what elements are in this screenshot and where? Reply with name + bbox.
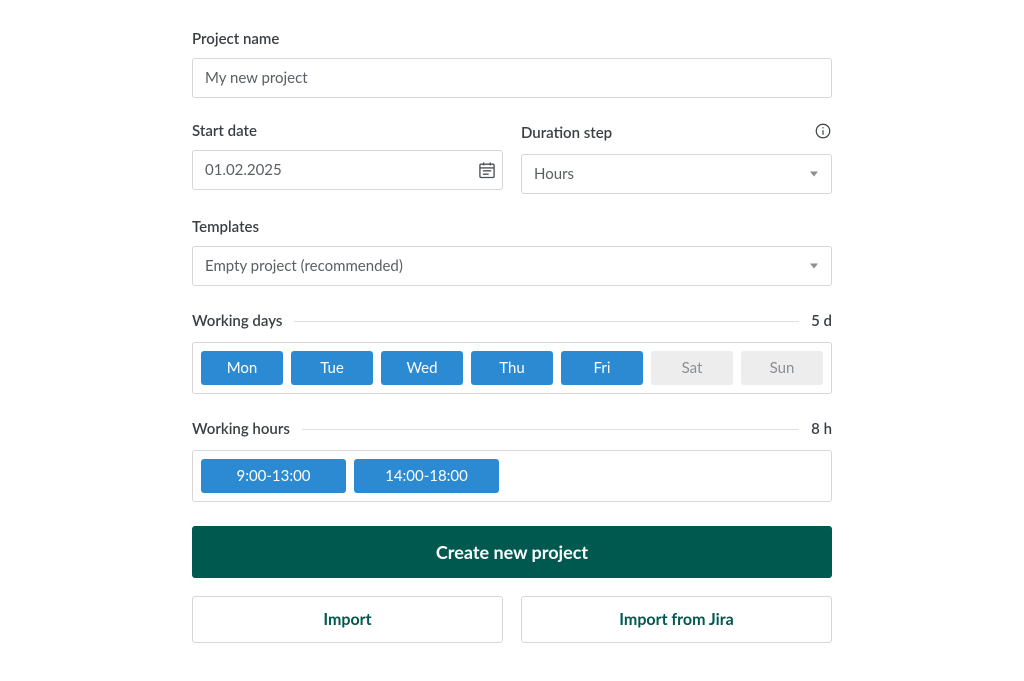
hour-range-2[interactable]: 14:00-18:00: [354, 459, 499, 493]
templates-select[interactable]: Empty project (recommended): [192, 246, 832, 286]
day-tue[interactable]: Tue: [291, 351, 373, 385]
duration-step-label: Duration step: [521, 124, 612, 142]
divider: [294, 321, 799, 322]
working-days-panel: Mon Tue Wed Thu Fri Sat Sun: [192, 342, 832, 394]
start-date-input[interactable]: [192, 150, 503, 190]
import-button[interactable]: Import: [192, 596, 503, 643]
day-fri[interactable]: Fri: [561, 351, 643, 385]
day-thu[interactable]: Thu: [471, 351, 553, 385]
working-hours-count: 8 h: [811, 420, 832, 438]
start-date-label: Start date: [192, 122, 503, 140]
project-name-input[interactable]: [192, 58, 832, 98]
info-icon[interactable]: [814, 122, 832, 144]
working-hours-label: Working hours: [192, 420, 290, 438]
working-days-label: Working days: [192, 312, 282, 330]
day-wed[interactable]: Wed: [381, 351, 463, 385]
day-mon[interactable]: Mon: [201, 351, 283, 385]
working-hours-panel: 9:00-13:00 14:00-18:00: [192, 450, 832, 502]
day-sun[interactable]: Sun: [741, 351, 823, 385]
duration-step-select[interactable]: Hours: [521, 154, 832, 194]
templates-label: Templates: [192, 218, 832, 236]
working-days-count: 5 d: [811, 312, 832, 330]
import-jira-button[interactable]: Import from Jira: [521, 596, 832, 643]
day-sat[interactable]: Sat: [651, 351, 733, 385]
hour-range-1[interactable]: 9:00-13:00: [201, 459, 346, 493]
calendar-icon[interactable]: [477, 160, 497, 180]
create-project-button[interactable]: Create new project: [192, 526, 832, 578]
project-name-label: Project name: [192, 30, 832, 48]
divider: [302, 429, 799, 430]
